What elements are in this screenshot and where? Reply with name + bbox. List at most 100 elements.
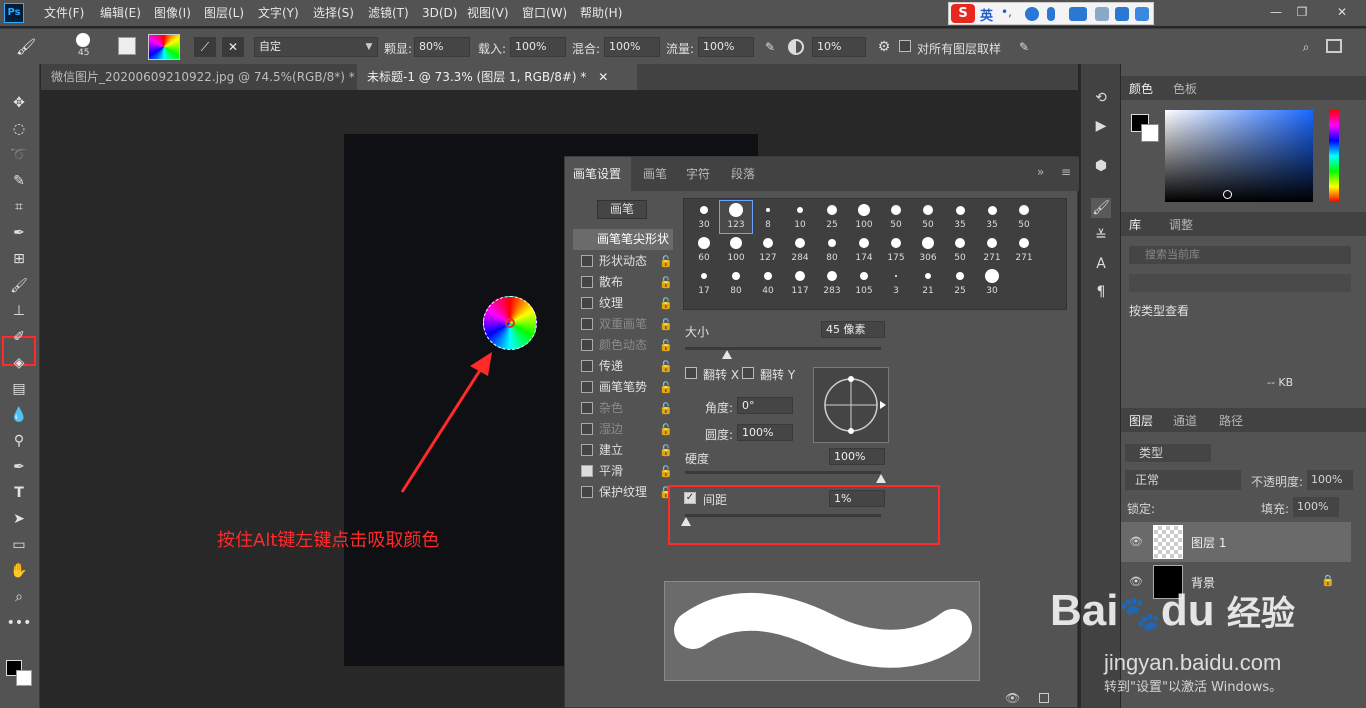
color-background-swatch[interactable]: [1141, 124, 1159, 142]
tab-character[interactable]: 字符: [686, 165, 710, 185]
lock-icon[interactable]: 🔓: [659, 314, 673, 335]
option-checkbox[interactable]: [581, 297, 593, 309]
spacing-input[interactable]: 1%: [829, 490, 885, 507]
microphone-icon[interactable]: [1047, 7, 1055, 21]
sogou-logo-icon[interactable]: S: [951, 4, 975, 23]
lock-icon[interactable]: 🔓: [659, 377, 673, 398]
lock-icon[interactable]: 🔓: [659, 419, 673, 440]
brush-option-row[interactable]: 形状动态 🔓: [573, 251, 677, 272]
brush-preset[interactable]: 80: [720, 267, 752, 299]
option-checkbox[interactable]: [581, 255, 593, 267]
crop-tool-icon[interactable]: ⌗: [6, 196, 32, 218]
rectangle-tool-icon[interactable]: ▭: [6, 534, 32, 556]
brushes-button[interactable]: 画笔: [597, 200, 647, 219]
gradient-tool-icon[interactable]: ▤: [6, 378, 32, 400]
brush-preset[interactable]: 100: [720, 234, 752, 266]
patch-tool-icon[interactable]: ⊞: [6, 248, 32, 270]
chevron-down-icon[interactable]: ▼: [362, 37, 376, 57]
brush-preset[interactable]: 35: [944, 201, 976, 233]
zoom-tool-icon[interactable]: ⌕: [6, 586, 32, 608]
spacing-checkbox[interactable]: ✓: [684, 492, 696, 504]
toggle-preview-icon[interactable]: 👁: [1005, 691, 1020, 705]
brush-preset[interactable]: 50: [1008, 201, 1040, 233]
tab-brushes[interactable]: 画笔: [643, 165, 667, 185]
layer-fill-input[interactable]: 100%: [1293, 497, 1339, 517]
tab-libraries[interactable]: 库: [1129, 216, 1141, 233]
new-brush-icon[interactable]: [1039, 693, 1049, 703]
more-tools-icon[interactable]: •••: [6, 612, 32, 634]
menu-filter[interactable]: 滤镜(T): [368, 4, 409, 22]
lock-icon[interactable]: 🔓: [659, 251, 673, 272]
toolbox-icon[interactable]: [1135, 7, 1149, 21]
search-icon[interactable]: ⌕: [1296, 37, 1316, 57]
clean-brush-icon[interactable]: ✕: [222, 37, 244, 57]
layer-name[interactable]: 图层 1: [1191, 534, 1226, 551]
brush-preset[interactable]: 127: [752, 234, 784, 266]
brush-preset[interactable]: 174: [848, 234, 880, 266]
blend-mode-select[interactable]: 正常: [1125, 470, 1241, 490]
pressure-icon[interactable]: ✎: [1014, 37, 1034, 57]
brush-settings-toggle-icon[interactable]: [118, 37, 136, 55]
tab-paths[interactable]: 路径: [1219, 412, 1243, 429]
brush-preset[interactable]: 175: [880, 234, 912, 266]
tab-untitled-1[interactable]: 未标题-1 @ 73.3% (图层 1, RGB/8#) * ✕: [357, 64, 637, 90]
history-brush-tool-icon[interactable]: ✐: [6, 326, 32, 348]
brush-preset[interactable]: 17: [688, 267, 720, 299]
lock-icon[interactable]: 🔓: [659, 293, 673, 314]
brush-preset[interactable]: 10: [784, 201, 816, 233]
size-slider-thumb[interactable]: [722, 350, 732, 359]
tab-adjustments[interactable]: 调整: [1169, 216, 1193, 233]
hardness-slider-track[interactable]: [685, 471, 881, 474]
skin-icon[interactable]: [1115, 7, 1129, 21]
angle-roundness-widget[interactable]: [813, 367, 889, 443]
option-checkbox[interactable]: [581, 276, 593, 288]
size-input[interactable]: 45 像素: [821, 321, 885, 338]
brush-presets-strip-icon[interactable]: ≚: [1091, 226, 1111, 246]
3d-icon[interactable]: ⬢: [1091, 156, 1111, 176]
brush-preset[interactable]: 25: [944, 267, 976, 299]
color-picker-field[interactable]: [1165, 110, 1313, 202]
brush-tool-icon[interactable]: 🖌: [6, 275, 32, 297]
blur-tool-icon[interactable]: 💧: [6, 404, 32, 426]
workspace-icon[interactable]: [1326, 39, 1342, 53]
menu-file[interactable]: 文件(F): [44, 4, 84, 22]
brush-option-row[interactable]: 平滑 🔓: [573, 461, 677, 482]
tab-layers[interactable]: 图层: [1129, 412, 1153, 429]
brush-preset[interactable]: 123: [719, 200, 753, 234]
minimize-button[interactable]: —: [1264, 3, 1288, 21]
stamp-tool-icon[interactable]: ⊥: [6, 300, 32, 322]
option-checkbox[interactable]: [581, 486, 593, 498]
menu-view[interactable]: 视图(V): [467, 4, 509, 22]
quick-select-tool-icon[interactable]: ✎: [6, 170, 32, 192]
option-checkbox[interactable]: [581, 402, 593, 414]
brush-option-row[interactable]: 建立 🔓: [573, 440, 677, 461]
sample-all-checkbox[interactable]: [899, 40, 911, 52]
roundness-input[interactable]: 100%: [737, 424, 793, 441]
menu-type[interactable]: 文字(Y): [258, 4, 299, 22]
lock-icon[interactable]: 🔓: [659, 398, 673, 419]
brush-option-row[interactable]: 传递 🔓: [573, 356, 677, 377]
menu-image[interactable]: 图像(I): [154, 4, 191, 22]
brush-preset[interactable]: 8: [752, 201, 784, 233]
option-checkbox[interactable]: [581, 318, 593, 330]
tab-swatches[interactable]: 色板: [1173, 80, 1197, 97]
angle-input[interactable]: 10%: [812, 37, 866, 57]
type-tool-icon[interactable]: T: [6, 482, 32, 504]
lasso-tool-icon[interactable]: ➰: [6, 144, 32, 166]
library-search-input[interactable]: 搜索当前库: [1129, 246, 1351, 264]
keyboard-icon[interactable]: [1069, 7, 1087, 21]
history-icon[interactable]: ⟲: [1091, 88, 1111, 108]
menu-3d[interactable]: 3D(D): [422, 4, 457, 22]
brush-option-row[interactable]: 双重画笔 🔓: [573, 314, 677, 335]
tab-channels[interactable]: 通道: [1173, 412, 1197, 429]
layer-kind-filter[interactable]: 类型: [1125, 444, 1211, 462]
brush-option-row[interactable]: 杂色 🔓: [573, 398, 677, 419]
pen-tool-icon[interactable]: ✒: [6, 456, 32, 478]
hardness-slider-thumb[interactable]: [876, 474, 886, 483]
spacing-slider-thumb[interactable]: [681, 517, 691, 526]
brush-preset[interactable]: 271: [976, 234, 1008, 266]
view-by-type[interactable]: 按类型查看: [1129, 302, 1189, 319]
actions-play-icon[interactable]: ▶: [1091, 116, 1111, 136]
ime-language[interactable]: 英: [980, 5, 993, 24]
brush-preset[interactable]: 40: [752, 267, 784, 299]
